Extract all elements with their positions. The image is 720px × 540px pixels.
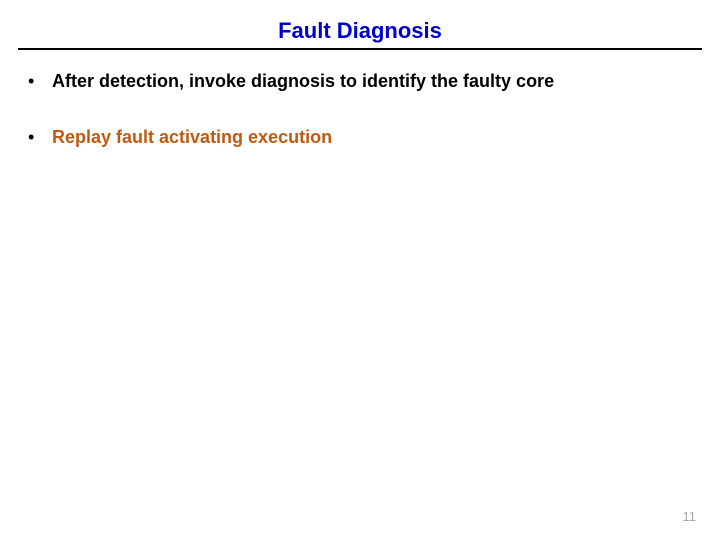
bullet-marker: • [28, 126, 52, 148]
bullet-text: After detection, invoke diagnosis to ide… [52, 70, 554, 92]
page-number: 11 [683, 509, 697, 524]
slide-content: • After detection, invoke diagnosis to i… [0, 50, 720, 148]
bullet-item: • Replay fault activating execution [28, 126, 692, 148]
slide: Fault Diagnosis • After detection, invok… [0, 0, 720, 540]
bullet-item: • After detection, invoke diagnosis to i… [28, 70, 692, 92]
slide-title: Fault Diagnosis [0, 0, 720, 48]
bullet-text: Replay fault activating execution [52, 126, 332, 148]
bullet-marker: • [28, 70, 52, 92]
